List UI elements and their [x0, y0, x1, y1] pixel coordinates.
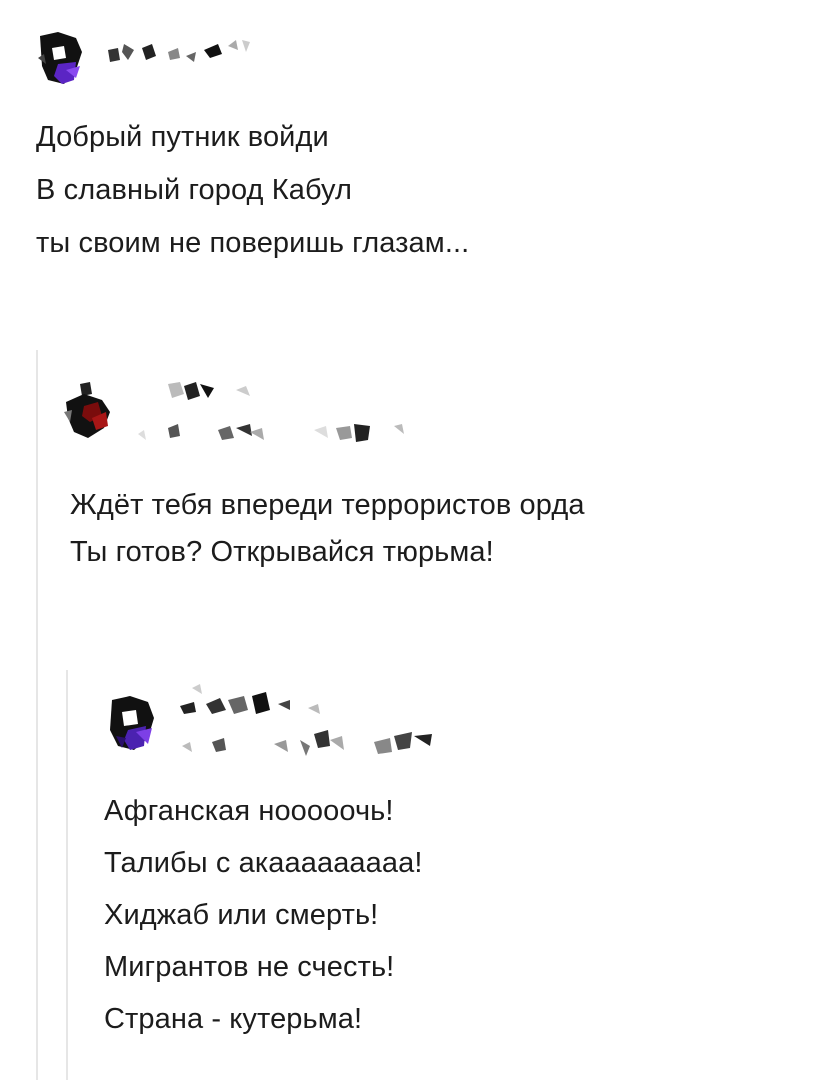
reply-thread-line: [66, 670, 68, 1080]
avatar-reply-1[interactable]: [62, 382, 120, 440]
reply-thread-line: [36, 350, 38, 1080]
reply2-line-5: Страна - кутерьма!: [104, 1003, 363, 1035]
reply2-line-4: Мигрантов не счесть!: [104, 951, 395, 983]
avatar-original-poster[interactable]: [36, 30, 88, 88]
reply1-line-2: Ты готов? Открывайся тюрьма!: [70, 536, 494, 568]
reply2-line-2: Талибы с акааааааааа!: [104, 847, 423, 879]
username-censored-icon[interactable]: [178, 680, 448, 770]
post-line-3: ты своим не поверишь глазам...: [36, 227, 470, 259]
reply1-line-1: Ждёт тебя впереди террористов орда: [70, 489, 585, 521]
avatar-reply-2[interactable]: [104, 696, 160, 754]
reply2-line-3: Хиджаб или смерть!: [104, 899, 379, 931]
username-censored-icon[interactable]: [138, 380, 428, 452]
blog-thread: Добрый путник войди В славный город Кабу…: [0, 0, 827, 1080]
username-censored-icon[interactable]: [106, 38, 256, 64]
post-line-1: Добрый путник войди: [36, 121, 329, 153]
reply2-line-1: Афганская нооооочь!: [104, 795, 394, 827]
post-line-2: В славный город Кабул: [36, 174, 353, 206]
